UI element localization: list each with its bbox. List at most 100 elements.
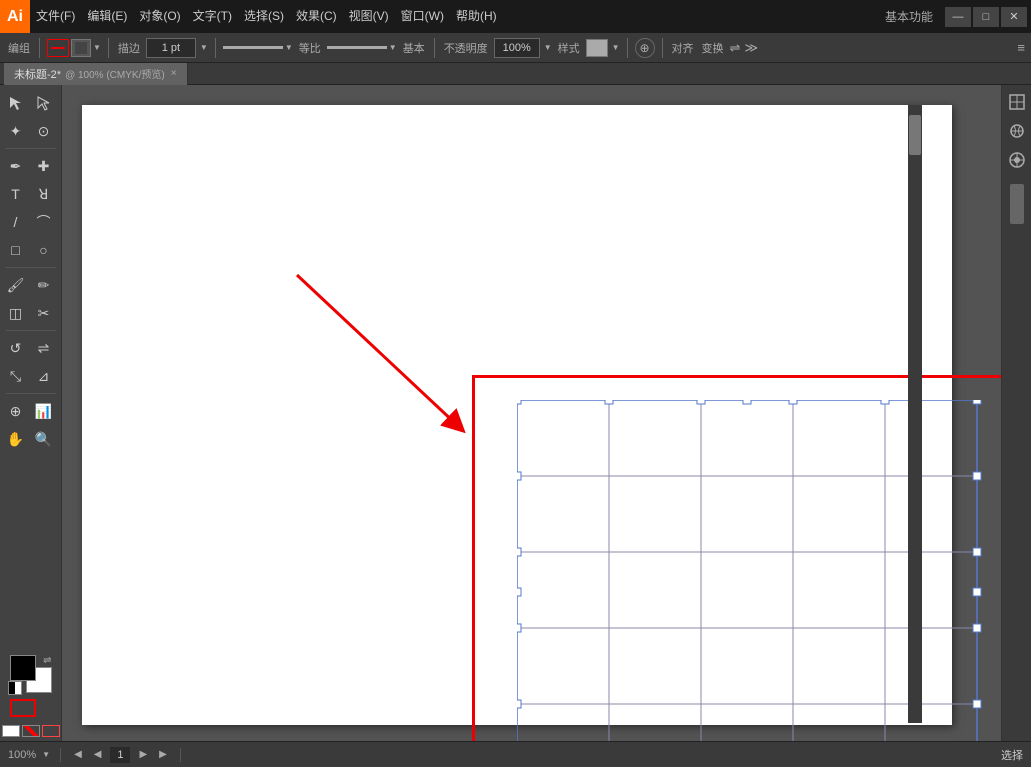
reset-colors-btn[interactable]	[8, 681, 22, 695]
page-number-input[interactable]	[110, 747, 130, 763]
red-arrow-svg	[257, 265, 487, 445]
blend-tool[interactable]: ⊕	[2, 397, 30, 425]
ratio-line[interactable]	[327, 46, 387, 49]
eraser-tool[interactable]: ◫	[2, 299, 30, 327]
zoom-arrow[interactable]: ▼	[42, 750, 50, 759]
style-swatch[interactable]	[586, 39, 608, 57]
menu-object[interactable]: 对象(O)	[133, 0, 186, 33]
canvas-area[interactable]	[62, 85, 1001, 741]
selection-tool[interactable]	[2, 89, 30, 117]
stroke-value-input[interactable]	[146, 38, 196, 58]
shear-tool[interactable]: ⊿	[30, 362, 58, 390]
tool-extras	[2, 725, 60, 741]
options-sep4	[434, 38, 435, 58]
minimize-button[interactable]: —	[945, 7, 971, 27]
stroke-mode-btn[interactable]	[10, 699, 36, 717]
options-sep2	[108, 38, 109, 58]
type-tool[interactable]: T	[2, 180, 30, 208]
lasso-tool[interactable]: ⊙	[30, 117, 58, 145]
workspace-label: 基本功能	[875, 8, 943, 25]
base-label: 基本	[401, 40, 427, 56]
none-mode-btn[interactable]	[42, 725, 60, 737]
menu-window[interactable]: 窗口(W)	[395, 0, 450, 33]
stroke-style-group: ▼	[223, 43, 293, 52]
vertical-type-tool[interactable]: ꓤ	[30, 180, 58, 208]
stroke-label: 描边	[116, 40, 142, 56]
opacity-label: 不透明度	[442, 40, 490, 56]
line-tool[interactable]: /	[2, 208, 30, 236]
menu-file[interactable]: 文件(F)	[30, 0, 81, 33]
tool-row-12: ✋ 🔍	[2, 425, 60, 453]
right-panel-btn-2[interactable]	[1004, 118, 1030, 144]
scissors-tool[interactable]: ✂	[30, 299, 58, 327]
prev-page-btn2[interactable]: ◀	[91, 749, 105, 760]
next-page-btn[interactable]: ▶	[136, 749, 150, 760]
tab-info: @ 100% (CMYK/预览)	[65, 66, 165, 81]
next-page-btn2[interactable]: ▶	[156, 749, 170, 760]
tool-sep-4	[6, 393, 56, 394]
chart-tool[interactable]: 📊	[30, 397, 58, 425]
menu-help[interactable]: 帮助(H)	[450, 0, 503, 33]
paintbrush-tool[interactable]: 🖌	[2, 271, 30, 299]
tool-row-1	[2, 89, 60, 117]
rotate-tool[interactable]: ↺	[2, 334, 30, 362]
stroke-swatch[interactable]	[71, 39, 91, 57]
direct-select-tool[interactable]	[30, 89, 58, 117]
tool-sep-1	[6, 148, 56, 149]
scroll-thumb[interactable]	[909, 115, 921, 155]
reflect-tool[interactable]: ⇌	[30, 334, 58, 362]
style-arrow[interactable]: ▼	[612, 43, 620, 52]
group-label: 编组	[6, 40, 32, 56]
menu-view[interactable]: 视图(V)	[343, 0, 395, 33]
hand-tool[interactable]: ✋	[2, 425, 30, 453]
globe-icon[interactable]: ⊕	[635, 38, 655, 58]
zoom-level: 100%	[8, 749, 36, 761]
ellipse-tool[interactable]: ○	[30, 236, 58, 264]
color-swatches: ⇌	[10, 655, 52, 693]
menu-effect[interactable]: 效果(C)	[290, 0, 343, 33]
active-tab[interactable]: 未标题-2* @ 100% (CMYK/预览) ×	[4, 63, 188, 85]
menu-text[interactable]: 文字(T)	[187, 0, 238, 33]
scale-tool[interactable]: ⤡	[2, 362, 30, 390]
menu-edit[interactable]: 编辑(E)	[81, 0, 133, 33]
panel-toggle-icon[interactable]: ≡	[1017, 40, 1025, 55]
prev-page-btn[interactable]: ◀	[71, 749, 85, 760]
flip-icon[interactable]: ⇌	[730, 40, 741, 56]
pencil-tool[interactable]: ✏	[30, 271, 58, 299]
add-anchor-tool[interactable]: ✚	[30, 152, 58, 180]
foreground-color-swatch[interactable]	[10, 655, 36, 681]
tool-row-6: □ ○	[2, 236, 60, 264]
left-toolbar: ✦ ⊙ ✒ ✚ T ꓤ / ⌒ □ ○ 🖌 ✏ ◫ ✂ ↺	[0, 85, 62, 741]
stroke-color-btn[interactable]	[47, 39, 69, 57]
right-panel-btn-1[interactable]	[1004, 89, 1030, 115]
close-button[interactable]: ✕	[1001, 7, 1027, 27]
arc-tool[interactable]: ⌒	[30, 208, 58, 236]
opacity-input[interactable]	[494, 38, 540, 58]
stroke-style-line[interactable]	[223, 46, 283, 49]
blue-grid-svg	[517, 400, 1001, 741]
tool-sep-2	[6, 267, 56, 268]
tool-row-3: ✒ ✚	[2, 152, 60, 180]
tool-row-11: ⊕ 📊	[2, 397, 60, 425]
gradient-mode-btn[interactable]	[22, 725, 40, 737]
stroke-val-arrow[interactable]: ▼	[200, 43, 208, 52]
right-panel-btn-3[interactable]	[1004, 147, 1030, 173]
tool-row-4: T ꓤ	[2, 180, 60, 208]
zoom-tool[interactable]: 🔍	[30, 425, 58, 453]
right-scroll-handle[interactable]	[1010, 184, 1024, 224]
ratio-arrow[interactable]: ▼	[389, 43, 397, 52]
menu-select[interactable]: 选择(S)	[238, 0, 290, 33]
options-sep6	[662, 38, 663, 58]
tab-close-btn[interactable]: ×	[171, 68, 177, 79]
swap-colors-btn[interactable]: ⇌	[43, 655, 51, 666]
normal-mode-btn[interactable]	[2, 725, 20, 737]
more-icon[interactable]: ≫	[744, 40, 758, 56]
stroke-dropdown-arrow[interactable]: ▼	[93, 43, 101, 52]
magic-wand-tool[interactable]: ✦	[2, 117, 30, 145]
pen-tool[interactable]: ✒	[2, 152, 30, 180]
opacity-arrow[interactable]: ▼	[544, 43, 552, 52]
maximize-button[interactable]: □	[973, 7, 999, 27]
vertical-scrollbar[interactable]	[908, 105, 922, 723]
rect-tool[interactable]: □	[2, 236, 30, 264]
stroke-style-arrow[interactable]: ▼	[285, 43, 293, 52]
